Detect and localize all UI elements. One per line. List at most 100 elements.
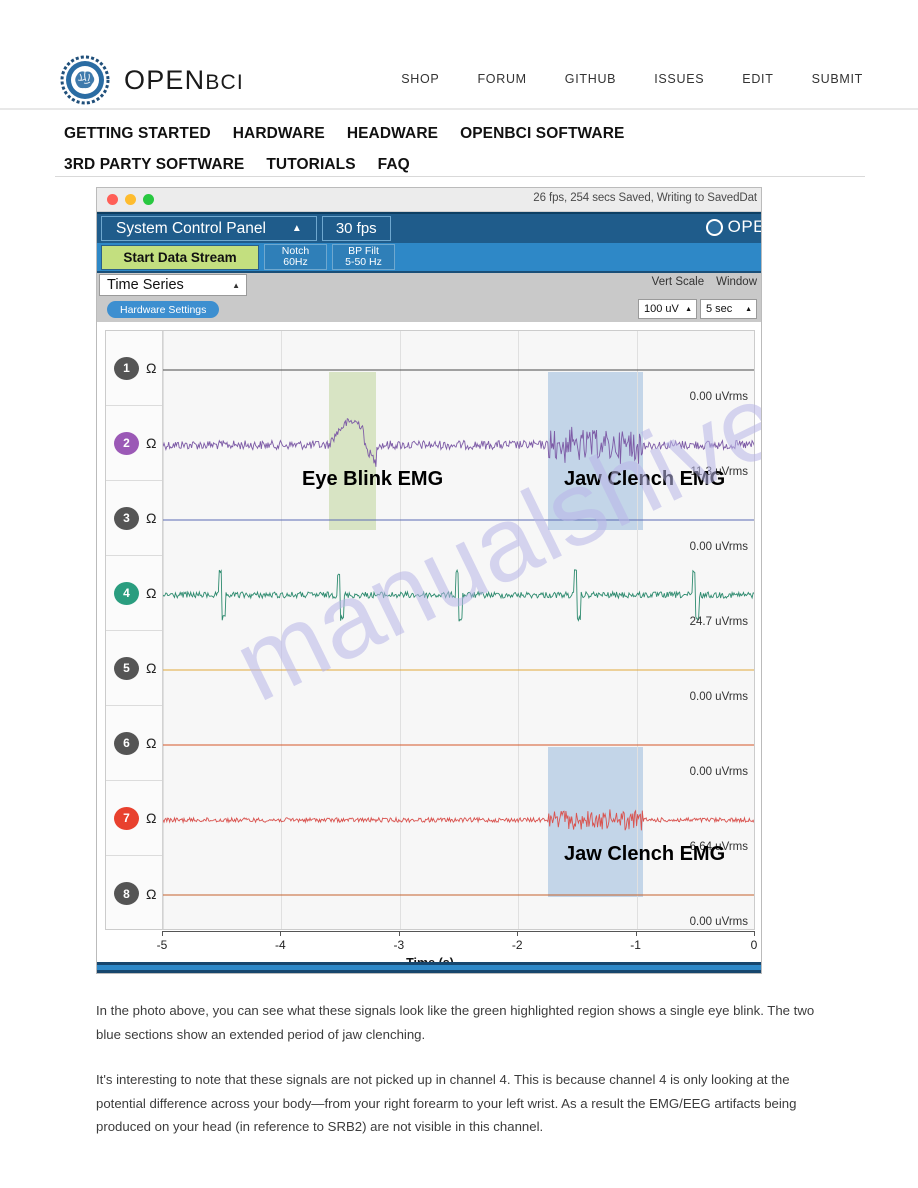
top-nav-item-submit[interactable]: SUBMIT	[812, 72, 863, 86]
vert-scale-dropdown[interactable]: 100 uV ▲	[638, 299, 697, 319]
main-nav: GETTING STARTED HARDWARE HEADWARE OPENBC…	[0, 114, 918, 176]
widget-selector-bar: Time Series ▲ Vert Scale Window	[97, 273, 761, 297]
main-nav-item-openbci-software[interactable]: OPENBCI SOFTWARE	[460, 120, 624, 147]
rms-value-channel-8: 0.00 uVrms	[689, 916, 748, 928]
top-nav-item-shop[interactable]: SHOP	[401, 72, 439, 86]
annotation-eye-blink-emg-0: Eye Blink EMG	[302, 467, 444, 490]
start-data-stream-button[interactable]: Start Data Stream	[101, 244, 259, 270]
ohm-symbol-icon[interactable]: Ω	[146, 360, 156, 376]
hardware-settings-button[interactable]: Hardware Settings	[107, 301, 220, 318]
gui-status-text: 26 fps, 254 secs Saved, Writing to Saved…	[533, 192, 757, 204]
x-axis-tick-label: -1	[630, 938, 641, 952]
ohm-symbol-icon[interactable]: Ω	[146, 660, 156, 676]
openbci-gear-brain-logo-icon	[60, 55, 110, 105]
main-nav-item-getting-started[interactable]: GETTING STARTED	[64, 120, 211, 147]
channel-row-1: 1Ω	[106, 331, 162, 406]
site-brand-text: OPENBCI	[124, 65, 244, 96]
gui-footer-bar	[97, 962, 761, 973]
x-axis-line	[162, 931, 755, 932]
ohm-symbol-icon[interactable]: Ω	[146, 735, 156, 751]
brand-open: OPEN	[124, 64, 206, 95]
gui-brand-logo: OPE	[705, 217, 762, 237]
widget-select-time-series[interactable]: Time Series ▲	[99, 274, 247, 296]
x-axis-tick-label: 0	[750, 938, 758, 952]
widget-settings-bar: Hardware Settings 100 uV ▲ 5 sec ▲	[97, 297, 761, 322]
main-nav-item-headware[interactable]: HEADWARE	[347, 120, 438, 147]
traffic-light-close-icon[interactable]	[107, 194, 118, 205]
x-axis-tick-label: -5	[156, 938, 168, 952]
triangle-up-icon: ▲	[291, 223, 302, 234]
x-axis-tick	[162, 931, 163, 936]
traffic-light-zoom-icon[interactable]	[143, 194, 154, 205]
openbci-gui-screenshot: 26 fps, 254 secs Saved, Writing to Saved…	[96, 187, 762, 974]
x-axis-tick	[754, 931, 755, 936]
gui-control-bar: System Control Panel ▲ 30 fps OPE	[97, 212, 761, 243]
ohm-symbol-icon[interactable]: Ω	[146, 510, 156, 526]
notch-filter-button[interactable]: Notch 60Hz	[264, 244, 327, 270]
main-nav-divider	[55, 176, 865, 177]
caret-up-icon: ▲	[685, 305, 692, 313]
openbci-ring-icon	[705, 218, 723, 236]
time-series-plot[interactable]: 1Ω2Ω3Ω4Ω5Ω6Ω7Ω8Ω 0.00 uVrms 11.3 uVrms 0.0…	[105, 330, 755, 930]
top-nav-item-forum[interactable]: FORUM	[477, 72, 526, 86]
gui-brand-text: OPE	[727, 217, 762, 236]
top-nav-item-issues[interactable]: ISSUES	[654, 72, 704, 86]
x-axis-tick-label: -2	[511, 938, 523, 952]
channel-row-3: 3Ω	[106, 481, 162, 556]
window-dropdown[interactable]: 5 sec ▲	[700, 299, 757, 319]
channel-toggle-1[interactable]: 1	[114, 356, 139, 380]
ohm-symbol-icon[interactable]: Ω	[146, 886, 156, 902]
ohm-symbol-icon[interactable]: Ω	[146, 435, 156, 451]
channel-toggle-7[interactable]: 7	[114, 806, 139, 830]
top-nav: SHOP FORUM GITHUB ISSUES EDIT SUBMIT	[401, 72, 863, 86]
header-divider	[0, 108, 918, 110]
x-axis-tick-label: -3	[393, 938, 405, 952]
rms-value-channel-3: 0.00 uVrms	[689, 541, 748, 553]
fps-indicator: 30 fps	[321, 216, 391, 241]
bandpass-filter-button[interactable]: BP Filt 5-50 Hz	[332, 244, 395, 270]
main-nav-item-hardware[interactable]: HARDWARE	[233, 120, 325, 147]
trace-channel-8	[163, 894, 754, 896]
scale-dropdowns: 100 uV ▲ 5 sec ▲	[638, 299, 757, 319]
caret-up-icon: ▲	[745, 305, 752, 313]
site-logo[interactable]: OPENBCI	[60, 55, 244, 105]
channel-row-8: 8Ω	[106, 856, 162, 929]
rms-value-channel-4: 24.7 uVrms	[689, 616, 748, 628]
annotation-jaw-clench-emg-2: Jaw Clench EMG	[564, 842, 726, 865]
article-body: In the photo above, you can see what the…	[96, 999, 826, 1161]
rms-value-channel-5: 0.00 uVrms	[689, 691, 748, 703]
bandpass-filter-value: 5-50 Hz	[345, 256, 382, 268]
ohm-symbol-icon[interactable]: Ω	[146, 810, 156, 826]
x-axis-tick	[398, 931, 400, 936]
channel-toggle-5[interactable]: 5	[114, 656, 139, 680]
gui-stream-toolbar: Start Data Stream Notch 60Hz BP Filt 5-5…	[97, 243, 761, 273]
rms-value-channel-6: 0.00 uVrms	[689, 766, 748, 778]
gui-titlebar: 26 fps, 254 secs Saved, Writing to Saved…	[97, 188, 761, 212]
top-nav-item-edit[interactable]: EDIT	[742, 72, 773, 86]
main-nav-item-tutorials[interactable]: TUTORIALS	[266, 151, 355, 178]
system-control-panel-toggle[interactable]: System Control Panel ▲	[101, 216, 317, 241]
channel-toggle-2[interactable]: 2	[114, 431, 139, 455]
x-axis-tick-label: -4	[275, 938, 286, 952]
top-nav-item-github[interactable]: GITHUB	[565, 72, 616, 86]
channel-row-5: 5Ω	[106, 631, 162, 706]
window-value: 5 sec	[706, 303, 733, 315]
channel-row-6: 6Ω	[106, 706, 162, 781]
ohm-symbol-icon[interactable]: Ω	[146, 585, 156, 601]
main-nav-item-3rd-party-software[interactable]: 3RD PARTY SOFTWARE	[64, 151, 244, 178]
channel-toggle-4[interactable]: 4	[114, 581, 139, 605]
traffic-light-minimize-icon[interactable]	[125, 194, 136, 205]
channel-toggle-6[interactable]: 6	[114, 731, 139, 755]
x-axis-tick	[280, 931, 282, 936]
brand-bci: BCI	[205, 70, 244, 94]
channel-row-7: 7Ω	[106, 781, 162, 856]
vert-scale-label: Vert Scale	[651, 276, 705, 288]
channel-toggle-8[interactable]: 8	[114, 882, 139, 905]
main-nav-item-faq[interactable]: FAQ	[378, 151, 410, 178]
channel-toggle-3[interactable]: 3	[114, 506, 139, 530]
window-label: Window	[716, 276, 757, 288]
paragraph-1: In the photo above, you can see what the…	[96, 1003, 815, 1042]
channel-row-2: 2Ω	[106, 406, 162, 481]
trace-canvas	[163, 331, 754, 929]
rms-value-channel-1: 0.00 uVrms	[689, 391, 748, 403]
